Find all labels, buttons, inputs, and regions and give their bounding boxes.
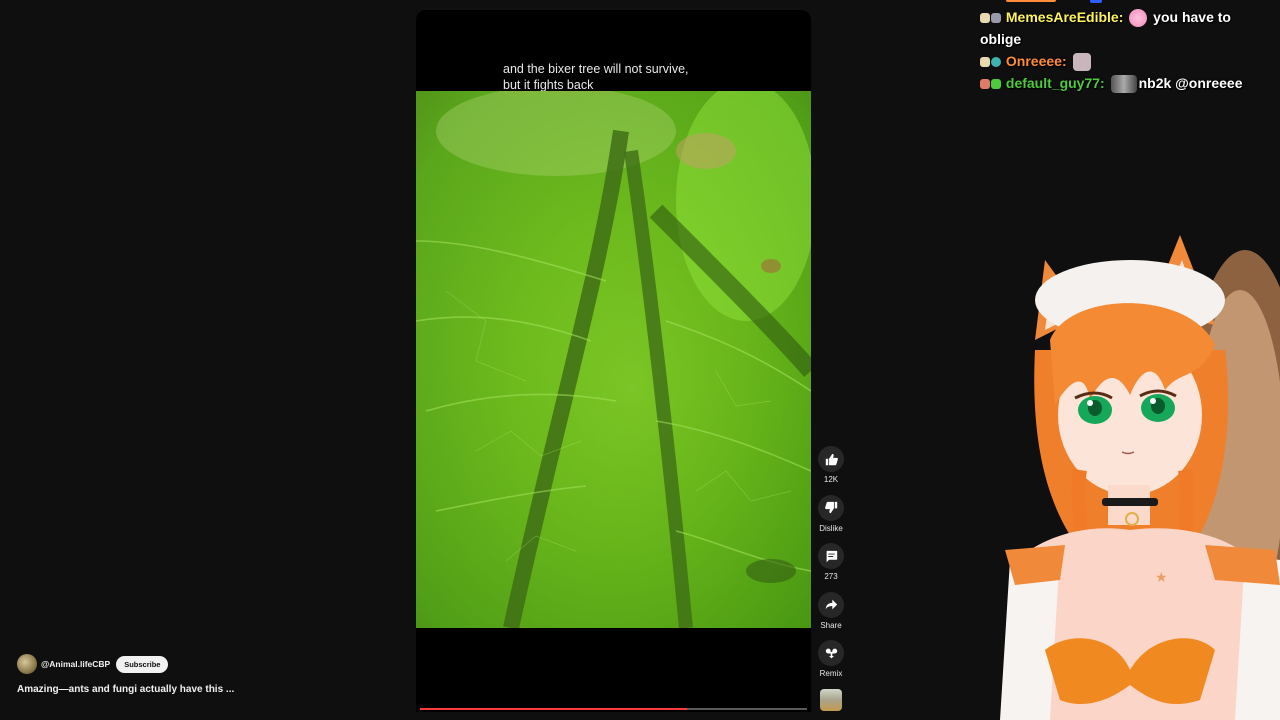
progress-bar[interactable]	[420, 708, 807, 710]
channel-avatar[interactable]	[17, 654, 37, 674]
caption-line-1: and the bixer tree will not survive,	[503, 62, 689, 76]
thumbs-up-icon[interactable]	[818, 446, 844, 472]
emote-icon	[1072, 53, 1091, 72]
dislike-button[interactable]: Dislike	[811, 494, 851, 544]
share-icon[interactable]	[818, 591, 844, 618]
channel-name[interactable]: @Animal.lifeCBP	[41, 659, 110, 669]
stream-chat: MemesAreEdible: you have to oblige Onree…	[980, 0, 1275, 94]
chat-username[interactable]: Onreeee	[1006, 53, 1062, 69]
comments-button[interactable]: 273	[811, 543, 851, 592]
emote-icon	[1129, 9, 1148, 28]
badge-icon	[991, 79, 1001, 90]
badge-icon	[991, 57, 1001, 68]
chat-message: default_guy77: nb2k @onreeee	[980, 72, 1275, 94]
shorts-player[interactable]: and the bixer tree will not survive, but…	[416, 10, 811, 712]
chat-message: Onreeee:	[980, 50, 1275, 72]
vtuber-avatar: ★	[1000, 235, 1280, 720]
screen: and the bixer tree will not survive, but…	[0, 0, 1280, 720]
share-button[interactable]: Share	[811, 591, 851, 641]
like-button[interactable]: 12K	[811, 446, 851, 495]
chat-username[interactable]: default_guy77	[1006, 75, 1100, 91]
chat-colon: :	[1100, 75, 1105, 91]
comment-icon[interactable]	[818, 543, 844, 569]
leaf-illustration	[416, 91, 811, 628]
channel-row: @Animal.lifeCBP Subscribe	[17, 654, 169, 674]
video-title[interactable]: Amazing—ants and fungi actually have thi…	[17, 684, 234, 695]
svg-text:★: ★	[1155, 570, 1168, 586]
chat-username[interactable]: MemesAreEdible	[1006, 9, 1119, 25]
progress-fill	[420, 708, 688, 710]
dislike-label: Dislike	[819, 523, 843, 533]
thumbs-down-icon[interactable]	[818, 494, 844, 521]
subscribe-button[interactable]: Subscribe	[116, 655, 169, 673]
remix-label: Remix	[819, 669, 843, 678]
share-label: Share	[820, 620, 842, 630]
video-caption: and the bixer tree will not survive, but…	[503, 61, 689, 93]
badge-icon	[980, 57, 990, 68]
like-count: 12K	[823, 475, 839, 484]
chat-colon: :	[1061, 53, 1067, 69]
emote-icon	[1110, 75, 1137, 94]
remix-button[interactable]: Remix	[811, 640, 851, 689]
chat-message: MemesAreEdible: you have to oblige	[980, 6, 1275, 50]
action-rail: 12K Dislike 273 Share Remix	[811, 446, 851, 689]
chat-colon: :	[1118, 9, 1124, 25]
video-frame-leaf[interactable]	[416, 91, 811, 628]
remix-icon[interactable]	[818, 640, 844, 666]
sound-thumbnail[interactable]	[820, 689, 842, 711]
chat-text: nb2k @onreeee	[1138, 75, 1243, 91]
badge-icon	[980, 79, 990, 90]
badge-icon	[980, 13, 990, 24]
badge-icon	[991, 13, 1001, 24]
comment-count: 273	[824, 572, 838, 581]
